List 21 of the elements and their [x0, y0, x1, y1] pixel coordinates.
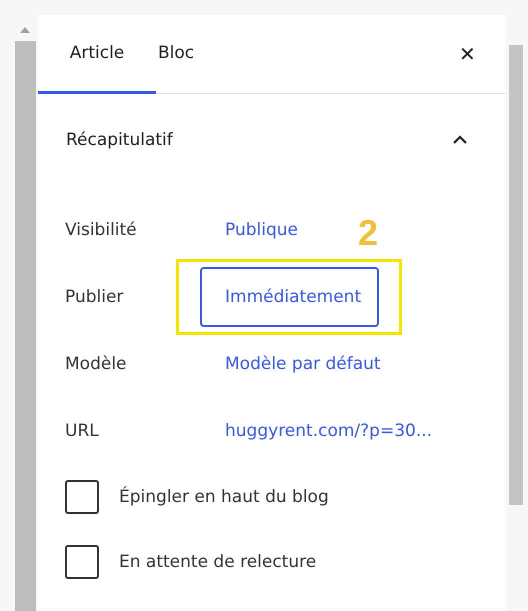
tab[interactable]: Bloc [156, 15, 222, 94]
checkbox[interactable] [65, 480, 99, 514]
chevron-icon [452, 135, 468, 145]
value-link[interactable]: Modèle par défaut [225, 354, 381, 374]
value-link[interactable]: Publique [225, 220, 298, 240]
checkbox-label: En attente de relecture [119, 552, 316, 572]
tab[interactable]: Article [38, 15, 156, 94]
field-label: Publier [65, 286, 124, 306]
checkbox[interactable] [65, 544, 99, 578]
date-button[interactable]: Immédiatement [200, 266, 380, 326]
field-label: Modèle [65, 354, 128, 374]
checkbox-label: Épingler en haut du blog [119, 486, 329, 506]
scrollbar[interactable] [509, 45, 523, 505]
field-label: URL [65, 420, 100, 440]
scrollbar[interactable] [14, 41, 36, 611]
field-label: Visibilité [65, 220, 138, 240]
annotation-number: 2 [358, 212, 378, 254]
scroll-up-icon[interactable] [20, 27, 30, 33]
value-link[interactable]: huggyrent.com/?p=30... [225, 420, 432, 440]
section-header[interactable]: Récapitulatif [38, 94, 506, 186]
close-button[interactable]: ✕ [459, 15, 476, 93]
